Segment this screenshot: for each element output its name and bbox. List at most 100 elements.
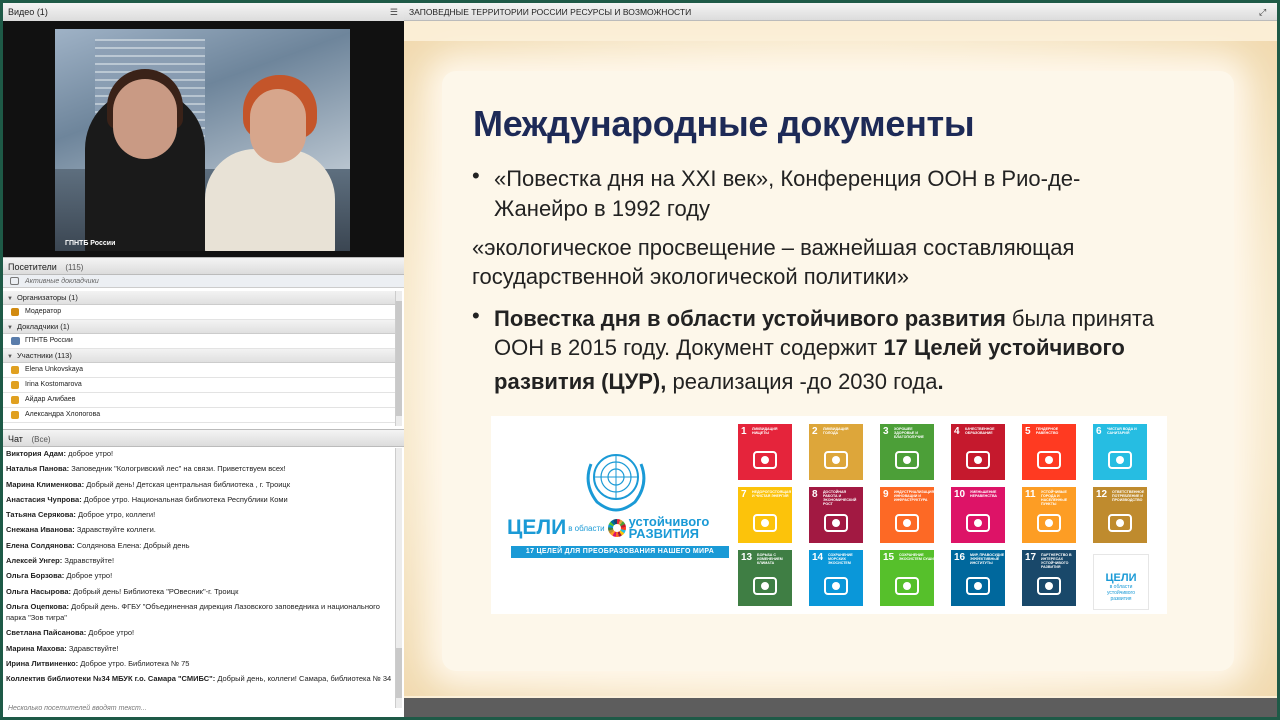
goal-label: УСТОЙЧИВЫЕ ГОРОДА И НАСЕЛЕННЫЕ ПУНКТЫ <box>1041 490 1068 506</box>
panel-menu-icon[interactable]: ☰ <box>390 3 398 21</box>
list-item[interactable]: ГПНТБ России <box>3 334 395 349</box>
list-item[interactable]: Elena Unkovskaya <box>3 363 395 378</box>
sdg-image: ЦЕЛИ в области устойчивого развития 17 ЦЕЛЕ… <box>491 416 1167 614</box>
goal-pictogram-icon <box>824 514 848 532</box>
chat-title: Чат <box>8 434 23 444</box>
goal-label: ХОРОШЕЕ ЗДОРОВЬЕ И БЛАГОПОЛУЧИЕ <box>894 427 924 439</box>
sdg-goal-tile: 3 ХОРОШЕЕ ЗДОРОВЬЕ И БЛАГОПОЛУЧИЕ <box>880 424 934 480</box>
chat-author: Снежана Иванова: <box>6 525 75 535</box>
goal-pictogram-icon <box>824 451 848 469</box>
sdg-v-oblasti: в области <box>568 523 605 533</box>
list-item[interactable]: Модератор <box>3 305 395 320</box>
sdg-tagline: 17 ЦЕЛЕЙ ДЛЯ ПРЕОБРАЗОВАНИЯ НАШЕГО МИРА <box>511 546 729 558</box>
group-organizers[interactable]: ▼ Организаторы (1) <box>3 291 395 305</box>
bullet-dot: • <box>472 163 480 188</box>
chat-author: Елена Солдянова: <box>6 540 75 550</box>
bullet1-line2: Жанейро в 1992 году <box>494 196 711 221</box>
video-feed[interactable]: ГПНТБ России <box>3 21 404 257</box>
scrollbar-thumb[interactable] <box>396 301 402 416</box>
sdg-goal-tile: 11 УСТОЙЧИВЫЕ ГОРОДА И НАСЕЛЕННЫЕ ПУНКТЫ <box>1022 487 1076 543</box>
active-speakers-bar[interactable]: Активные докладчики <box>3 275 404 288</box>
chat-message: Марина Клименкова: Добрый день! Детская … <box>6 479 393 490</box>
goal-label: ЛИКВИДАЦИЯ ГОЛОДА <box>823 427 849 435</box>
list-item[interactable]: Александра Хлопогова <box>3 408 395 423</box>
chat-text: Заповедник "Кологривский лес" на связи. … <box>71 464 286 474</box>
video-panel-header: Видео (1) ☰ <box>3 3 404 22</box>
goal-number: 8 <box>812 489 818 500</box>
group-presenters[interactable]: ▼ Докладчики (1) <box>3 320 395 334</box>
chat-text: Здравствуйте! <box>68 643 119 653</box>
bullet2-text1: была принята <box>1005 306 1155 331</box>
fullscreen-icon[interactable]: ⤢ <box>1259 7 1269 17</box>
goal-label: БОРЬБА С ИЗМЕНЕНИЕМ КЛИМАТА <box>757 553 783 565</box>
goal-label: ГЕНДЕРНОЕ РАВЕНСТВО <box>1036 427 1059 435</box>
chat-author: Коллектив библиотеки №34 МБУК г.о. Самар… <box>6 674 216 684</box>
presentation-header: ЗАПОВЕДНЫЕ ТЕРРИТОРИИ РОССИИ РЕСУРСЫ И В… <box>404 3 1277 21</box>
chat-message: Алексей Унгер: Здравствуйте! <box>6 555 393 566</box>
chat-scope[interactable]: (Все) <box>31 435 50 444</box>
chat-author: Наталья Панова: <box>6 464 70 474</box>
goal-pictogram-icon <box>966 514 990 532</box>
goal-number: 13 <box>741 552 753 563</box>
slide-heading: Международные документы <box>473 103 975 144</box>
participant-icon <box>11 381 19 389</box>
participant-icon <box>11 366 19 374</box>
goal-label: ЛИКВИДАЦИЯ НИЩЕТЫ <box>752 427 778 435</box>
bullet2-text2: ООН в 2015 году. Документ содержит <box>494 335 884 360</box>
attendee-name: Модератор <box>25 308 62 315</box>
sdg-goal-tile: 4 КАЧЕСТВЕННОЕ ОБРАЗОВАНИЕ <box>951 424 1005 480</box>
goal-label: КАЧЕСТВЕННОЕ ОБРАЗОВАНИЕ <box>965 427 995 435</box>
visitors-scrollbar[interactable] <box>395 291 402 426</box>
goal-number: 4 <box>954 426 960 437</box>
goal-number: 17 <box>1025 552 1037 563</box>
attendee-name: Айдар Алибаев <box>25 396 76 403</box>
attendee-name: Elena Unkovskaya <box>25 366 83 373</box>
goal-label: ИНДУСТРИАЛИЗАЦИЯ, ИННОВАЦИИ И ИНФРАСТРУК… <box>894 490 936 502</box>
sdg-goal-tile: 7 НЕДОРОГОСТОЯЩАЯ И ЧИСТАЯ ЭНЕРГИЯ <box>738 487 792 543</box>
group-label: Организаторы (1) <box>16 293 78 302</box>
goal-pictogram-icon <box>895 577 919 595</box>
list-item[interactable]: Irina Kostomarova <box>3 378 395 393</box>
quote-line1: «экологическое просвещение – важнейшая с… <box>472 235 1075 260</box>
sdg-goal-tile: 1 ЛИКВИДАЦИЯ НИЩЕТЫ <box>738 424 792 480</box>
chat-author: Ольга Оцепкова: <box>6 601 70 611</box>
video-panel-count: (1) <box>36 7 48 17</box>
chat-author: Ольга Насырова: <box>6 586 71 596</box>
goal-logo-sub3: развития <box>1110 596 1132 602</box>
typing-indicator: Несколько посетителей вводят текст... <box>8 705 147 712</box>
list-item[interactable]: Айдар Алибаев <box>3 393 395 408</box>
participant-icon <box>11 396 19 404</box>
chat-text: Здравствуйте коллеги. <box>76 525 156 535</box>
goal-pictogram-icon <box>753 577 777 595</box>
goal-label: УМЕНЬШЕНИЕ НЕРАВЕНСТВА <box>970 490 997 498</box>
bullet2-text3: реализация -до 2030 года <box>666 369 938 394</box>
goal-pictogram-icon <box>1037 451 1061 469</box>
visitors-title: Посетители <box>8 262 57 272</box>
chat-text: Добрый день, коллеги! Самара, библиотека… <box>217 674 392 684</box>
visitors-header: Посетители (115) <box>3 257 404 275</box>
chat-scrollbar[interactable] <box>395 448 402 708</box>
chat-message: Ольга Борзова: Доброе утро! <box>6 570 393 581</box>
chat-author: Алексей Унгер: <box>6 556 63 566</box>
chat-author: Марина Махова: <box>6 643 67 653</box>
goal-label: ПАРТНЕРСТВО В ИНТЕРЕСАХ УСТОЙЧИВОГО РАЗВ… <box>1041 553 1072 569</box>
goal-label: ОТВЕТСТВЕННОЕ ПОТРЕБЛЕНИЕ И ПРОИЗВОДСТВО <box>1112 490 1145 502</box>
visitors-list: ▼ Организаторы (1) Модератор ▼ Докладчики … <box>3 291 395 426</box>
chat-header: Чат (Все) <box>3 429 404 447</box>
bullet2-line1: Повестка дня в области устойчивого разви… <box>494 304 1154 334</box>
sdg-goal-logo-tile: ЦЕЛИ в области устойчивого развития <box>1093 554 1149 610</box>
chat-text: Доброе утро! <box>88 628 135 638</box>
scrollbar-thumb[interactable] <box>396 648 402 698</box>
chat-author: Ирина Литвиненко: <box>6 658 79 668</box>
goal-pictogram-icon <box>966 577 990 595</box>
group-label: Докладчики (1) <box>16 322 70 331</box>
presenter-icon <box>11 337 20 345</box>
attendee-name: ГПНТБ России <box>25 337 73 344</box>
un-emblem-icon <box>586 454 646 512</box>
goal-label: ДОСТОЙНАЯ РАБОТА И ЭКОНОМИЧЕСКИЙ РОСТ <box>823 490 857 506</box>
chat-text: доброе утро! <box>68 449 114 458</box>
chat-text: Добрый день! Детская центральная библиот… <box>86 479 291 489</box>
goal-label: НЕДОРОГОСТОЯЩАЯ И ЧИСТАЯ ЭНЕРГИЯ <box>752 490 792 498</box>
group-participants[interactable]: ▼ Участники (113) <box>3 349 395 363</box>
goal-pictogram-icon <box>1108 451 1132 469</box>
